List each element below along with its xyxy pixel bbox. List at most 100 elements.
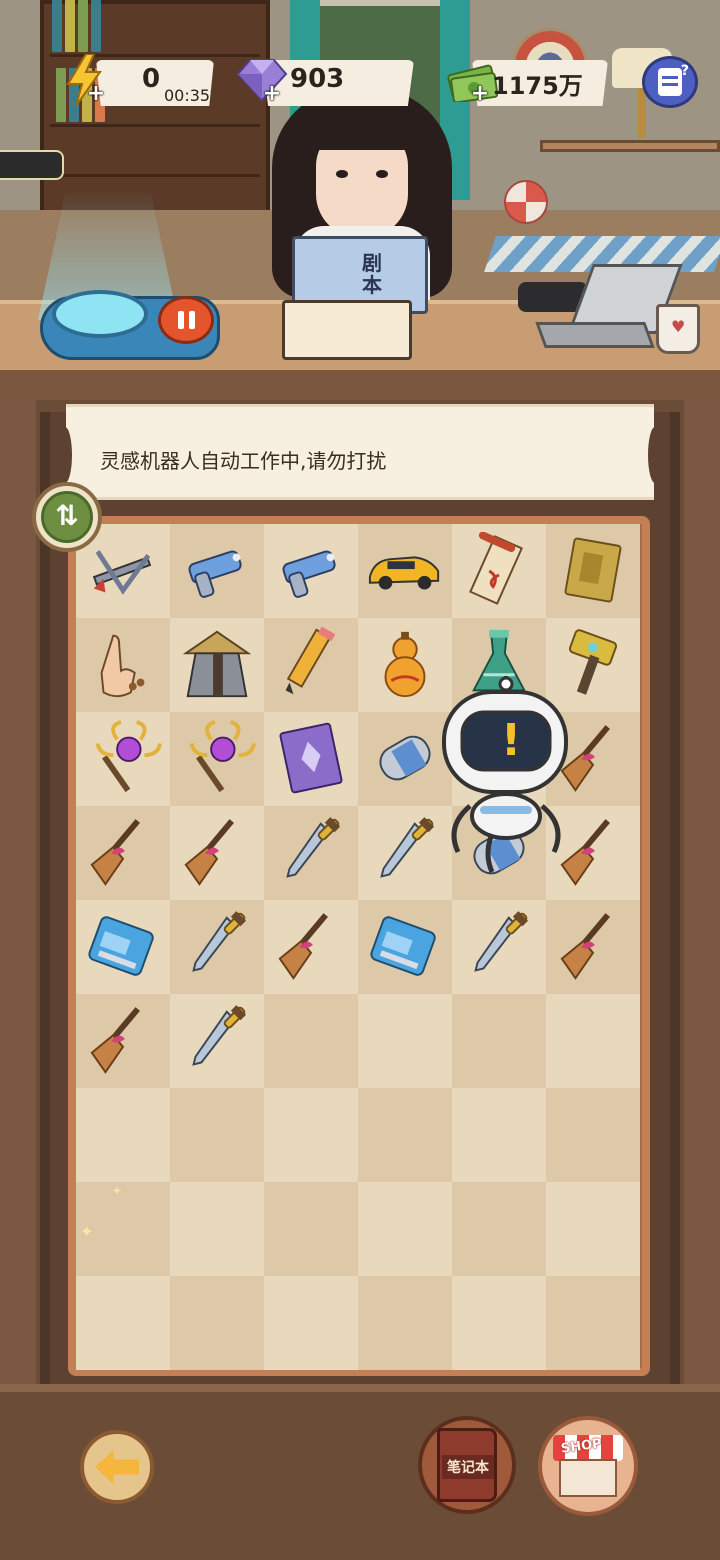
capsule-icon[interactable] (366, 720, 444, 798)
broom-icon[interactable] (178, 814, 256, 892)
pencil-icon[interactable] (272, 626, 350, 704)
robot-alert-icon: ! (500, 715, 522, 766)
side-panel-tab[interactable] (0, 150, 64, 180)
board-cell[interactable] (358, 524, 452, 618)
shop-button[interactable]: SHOP (538, 1416, 638, 1516)
board-cell[interactable] (264, 1276, 358, 1370)
back-button[interactable] (80, 1430, 154, 1504)
board-cell[interactable] (546, 1276, 640, 1370)
board-cell[interactable] (264, 1088, 358, 1182)
board-cell[interactable] (358, 806, 452, 900)
lamp-stem (638, 88, 646, 138)
status-notice: 灵感机器人自动工作中,请勿打扰 (58, 404, 662, 500)
board-cell[interactable] (358, 900, 452, 994)
gems-value: 903 (290, 64, 345, 94)
notebook-button[interactable]: 笔记本 (418, 1416, 516, 1514)
sort-icon: ⇅ (41, 491, 93, 543)
board-cell[interactable] (76, 1088, 170, 1182)
board-cell[interactable] (358, 712, 452, 806)
board-cell[interactable] (170, 1182, 264, 1276)
scroll-icon[interactable] (460, 532, 538, 610)
dagger-icon[interactable] (178, 1002, 256, 1080)
board-cell[interactable] (264, 994, 358, 1088)
energy-plus-button[interactable]: + (86, 83, 106, 105)
sports-car-icon[interactable] (366, 532, 444, 610)
board-cell[interactable] (264, 712, 358, 806)
cash-value: 1175万 (492, 72, 583, 100)
inspiration-robot[interactable] (440, 676, 570, 876)
board-cell[interactable] (546, 1182, 640, 1276)
gourd-icon[interactable] (366, 626, 444, 704)
board-cell[interactable] (170, 806, 264, 900)
board-cell[interactable] (170, 994, 264, 1088)
board-cell[interactable] (170, 618, 264, 712)
blaster-icon[interactable] (178, 532, 256, 610)
golden-book-icon[interactable] (554, 532, 632, 610)
board-cell[interactable] (170, 524, 264, 618)
board-cell[interactable] (76, 806, 170, 900)
back-arrow-icon (95, 1450, 139, 1484)
board-cell[interactable] (452, 1182, 546, 1276)
gems-plus-button[interactable]: + (262, 83, 282, 105)
board-cell[interactable] (170, 712, 264, 806)
shop-icon: SHOP (553, 1435, 623, 1497)
board-cell[interactable] (546, 1088, 640, 1182)
memory-card-icon[interactable] (84, 908, 162, 986)
sort-button[interactable]: ⇅ (32, 482, 102, 552)
board-cell[interactable] (76, 994, 170, 1088)
board-cell[interactable] (264, 618, 358, 712)
pause-button[interactable] (158, 296, 214, 344)
writer-eye-left (336, 170, 348, 178)
blaster-icon[interactable] (272, 532, 350, 610)
magic-staff-icon[interactable] (178, 720, 256, 798)
board-cell[interactable] (546, 900, 640, 994)
sparkle-icon: ✦ (112, 1184, 123, 1198)
beach-ball (504, 180, 548, 224)
notebook-icon: 笔记本 (437, 1428, 497, 1502)
dagger-icon[interactable] (460, 908, 538, 986)
straw-hat-cloak-icon[interactable] (178, 626, 256, 704)
board-cell[interactable] (76, 1276, 170, 1370)
board-cell[interactable] (264, 524, 358, 618)
board-cell[interactable] (76, 618, 170, 712)
question-mark-icon: ? (680, 63, 689, 79)
board-cell[interactable] (358, 1088, 452, 1182)
board-cell[interactable] (170, 1276, 264, 1370)
board-cell[interactable] (170, 1088, 264, 1182)
board-cell[interactable] (264, 806, 358, 900)
board-cell[interactable] (452, 1276, 546, 1370)
quest-log-icon (658, 68, 682, 96)
board-cell[interactable] (546, 994, 640, 1088)
board-cell[interactable] (452, 994, 546, 1088)
board-cell[interactable] (546, 524, 640, 618)
broom-icon[interactable] (272, 908, 350, 986)
buddha-hand-icon[interactable] (84, 626, 162, 704)
quest-log-button[interactable]: ? (642, 56, 698, 108)
board-cell[interactable] (76, 900, 170, 994)
broom-icon[interactable] (554, 908, 632, 986)
cash-plus-button[interactable]: + (470, 83, 490, 105)
board-cell[interactable] (170, 900, 264, 994)
magic-staff-icon[interactable] (84, 720, 162, 798)
board-cell[interactable] (452, 1088, 546, 1182)
dagger-icon[interactable] (366, 814, 444, 892)
open-notebook (282, 300, 412, 360)
memory-card-icon[interactable] (366, 908, 444, 986)
board-cell[interactable] (358, 994, 452, 1088)
board-cell[interactable] (264, 1182, 358, 1276)
magic-tome-icon[interactable] (272, 720, 350, 798)
board-cell[interactable] (358, 1182, 452, 1276)
board-cell[interactable] (358, 1276, 452, 1370)
writer-eye-right (376, 170, 388, 178)
board-cell[interactable] (76, 712, 170, 806)
board-cell[interactable] (264, 900, 358, 994)
dagger-icon[interactable] (178, 908, 256, 986)
broom-icon[interactable] (84, 1002, 162, 1080)
board-cell[interactable] (358, 618, 452, 712)
broom-icon[interactable] (84, 814, 162, 892)
board-cell[interactable] (452, 900, 546, 994)
dagger-icon[interactable] (272, 814, 350, 892)
laptop (535, 264, 683, 354)
board-cell[interactable] (452, 524, 546, 618)
crossbow-icon[interactable] (84, 532, 162, 610)
